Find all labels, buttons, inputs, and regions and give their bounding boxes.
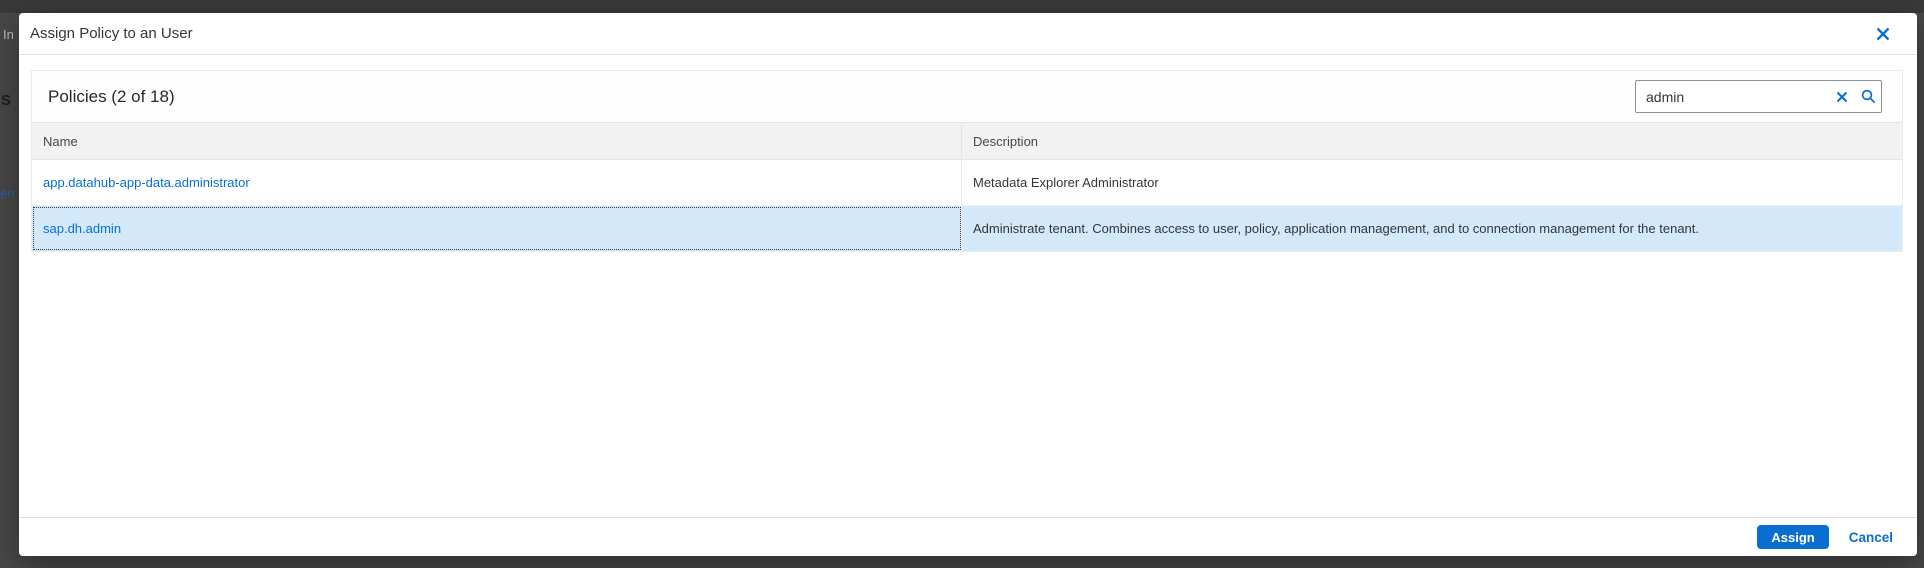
assign-button[interactable]: Assign	[1757, 525, 1828, 549]
policies-panel: Policies (2 of 18)	[31, 70, 1903, 252]
policies-count-title: Policies (2 of 18)	[48, 87, 175, 107]
policy-name-link[interactable]: app.datahub-app-data.administrator	[43, 175, 250, 190]
background-text-fragment: S	[1, 92, 11, 109]
dialog-footer: Assign Cancel	[19, 517, 1917, 556]
column-header-description[interactable]: Description	[962, 123, 1902, 159]
dialog-title: Assign Policy to an User	[30, 13, 193, 54]
search-clear-button[interactable]	[1829, 81, 1855, 112]
background-shell-header	[0, 0, 1924, 13]
policy-name-cell: app.datahub-app-data.administrator	[32, 160, 962, 205]
policies-toolbar: Policies (2 of 18)	[32, 71, 1902, 122]
policy-name-link[interactable]: sap.dh.admin	[43, 221, 121, 236]
column-header-name[interactable]: Name	[32, 123, 962, 159]
policy-name-cell: sap.dh.admin	[32, 206, 962, 251]
assign-policy-dialog: Assign Policy to an User Policies (2 of …	[19, 13, 1917, 556]
table-header-row: Name Description	[32, 122, 1902, 160]
close-button[interactable]	[1869, 20, 1897, 48]
policy-description-cell: Administrate tenant. Combines access to …	[962, 206, 1902, 251]
cancel-button[interactable]: Cancel	[1849, 530, 1893, 545]
table-row[interactable]: app.datahub-app-data.administrator Metad…	[32, 160, 1902, 206]
table-row-selected[interactable]: sap.dh.admin Administrate tenant. Combin…	[32, 206, 1902, 251]
background-link-fragment: en	[0, 186, 14, 201]
screen: In S en Assign Policy to an User Policie…	[0, 0, 1924, 568]
close-icon	[1876, 27, 1890, 41]
policy-description-cell: Metadata Explorer Administrator	[962, 160, 1902, 205]
search-submit-button[interactable]	[1855, 81, 1881, 112]
policy-search-input[interactable]	[1636, 89, 1829, 105]
policy-search-field[interactable]	[1635, 80, 1882, 113]
column-header-label: Description	[973, 134, 1038, 149]
policy-description: Administrate tenant. Combines access to …	[973, 221, 1699, 236]
search-icon	[1861, 89, 1876, 104]
clear-icon	[1836, 91, 1848, 103]
column-header-label: Name	[43, 134, 78, 149]
policy-description: Metadata Explorer Administrator	[973, 175, 1159, 190]
dialog-header: Assign Policy to an User	[19, 13, 1917, 55]
background-text-fragment: In	[3, 27, 14, 42]
